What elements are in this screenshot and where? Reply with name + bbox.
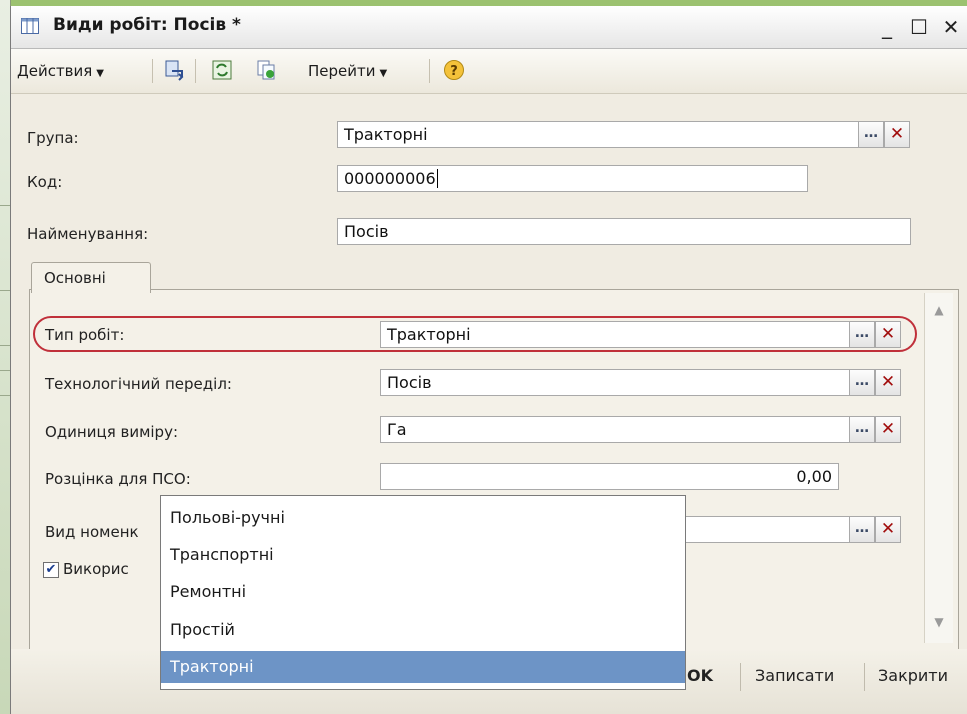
work-type-clear-button[interactable]: ✕	[875, 321, 901, 348]
title-bar[interactable]: Види робіт: Посів * _ ☐ ✕	[11, 6, 967, 49]
close-window-button[interactable]: ✕	[936, 12, 966, 42]
unit-label: Одиниця виміру:	[45, 423, 179, 441]
tech-stage-select-button[interactable]: …	[849, 369, 875, 396]
name-field[interactable]: Посів	[337, 218, 911, 245]
goto-menu[interactable]: Перейти ▼	[308, 62, 387, 80]
nomenclature-label: Вид номенк	[45, 523, 139, 541]
table-icon	[21, 18, 39, 34]
text-cursor	[436, 169, 438, 188]
minimize-button[interactable]: _	[872, 12, 902, 42]
vertical-scrollbar[interactable]: ▲ ▼	[924, 293, 953, 643]
work-type-dropdown[interactable]: Польові-ручні Транспортні Ремонтні Прост…	[160, 495, 686, 690]
use-checkbox-label: Викорис	[63, 560, 129, 578]
dropdown-option-selected[interactable]: Тракторні	[161, 651, 685, 683]
maximize-button[interactable]: ☐	[904, 12, 934, 42]
unit-select-button[interactable]: …	[849, 416, 875, 443]
ok-button[interactable]: OK	[687, 666, 713, 685]
refresh-icon[interactable]	[211, 59, 233, 81]
dropdown-option[interactable]: Простій	[161, 614, 685, 646]
dropdown-option[interactable]: Ремонтні	[161, 576, 685, 608]
toolbar: Действия ▼ Перейти ▼ ?	[11, 49, 967, 94]
toolbar-separator	[195, 59, 196, 83]
actions-menu-label: Действия	[17, 62, 93, 80]
tech-stage-label: Технологічний переділ:	[45, 375, 232, 393]
save-button[interactable]: Записати	[755, 666, 834, 685]
code-label: Код:	[27, 173, 63, 191]
toolbar-separator	[429, 59, 430, 83]
use-checkbox[interactable]: ✔	[43, 562, 59, 578]
help-glyph: ?	[450, 64, 458, 79]
chevron-down-icon: ▼	[379, 68, 388, 79]
price-field[interactable]: 0,00	[380, 463, 839, 490]
dropdown-option[interactable]: Польові-ручні	[161, 502, 685, 534]
work-type-label: Тип робіт:	[45, 326, 125, 344]
goto-menu-label: Перейти	[308, 62, 376, 80]
tab-main-label: Основні	[44, 269, 106, 287]
window-title: Види робіт: Посів *	[53, 15, 241, 35]
code-field[interactable]: 000000006	[337, 165, 808, 192]
nomenclature-select-button[interactable]: …	[849, 516, 875, 543]
copy-document-icon[interactable]	[255, 59, 277, 81]
scroll-down-icon[interactable]: ▼	[928, 615, 950, 635]
button-separator	[864, 663, 865, 691]
chevron-down-icon: ▼	[96, 68, 104, 79]
group-clear-button[interactable]: ✕	[884, 121, 910, 148]
work-type-field[interactable]: Тракторні	[380, 321, 850, 348]
save-to-list-icon[interactable]	[163, 59, 185, 81]
work-type-select-button[interactable]: …	[849, 321, 875, 348]
nomenclature-clear-button[interactable]: ✕	[875, 516, 901, 543]
price-label: Розцінка для ПСО:	[45, 470, 191, 488]
help-icon[interactable]: ?	[443, 59, 465, 81]
group-label: Група:	[27, 129, 79, 147]
name-label: Найменування:	[27, 225, 149, 243]
scroll-up-icon[interactable]: ▲	[928, 303, 950, 323]
actions-menu[interactable]: Действия ▼	[17, 62, 104, 80]
button-separator	[740, 663, 741, 691]
tech-stage-clear-button[interactable]: ✕	[875, 369, 901, 396]
tech-stage-field[interactable]: Посів	[380, 369, 850, 396]
unit-clear-button[interactable]: ✕	[875, 416, 901, 443]
tab-main[interactable]: Основні	[31, 262, 151, 293]
unit-field[interactable]: Га	[380, 416, 850, 443]
toolbar-separator	[152, 59, 153, 83]
code-value: 000000006	[344, 169, 436, 188]
group-select-button[interactable]: …	[858, 121, 884, 148]
close-button[interactable]: Закрити	[878, 666, 948, 685]
dropdown-option[interactable]: Транспортні	[161, 539, 685, 571]
group-field[interactable]: Тракторні	[337, 121, 859, 148]
